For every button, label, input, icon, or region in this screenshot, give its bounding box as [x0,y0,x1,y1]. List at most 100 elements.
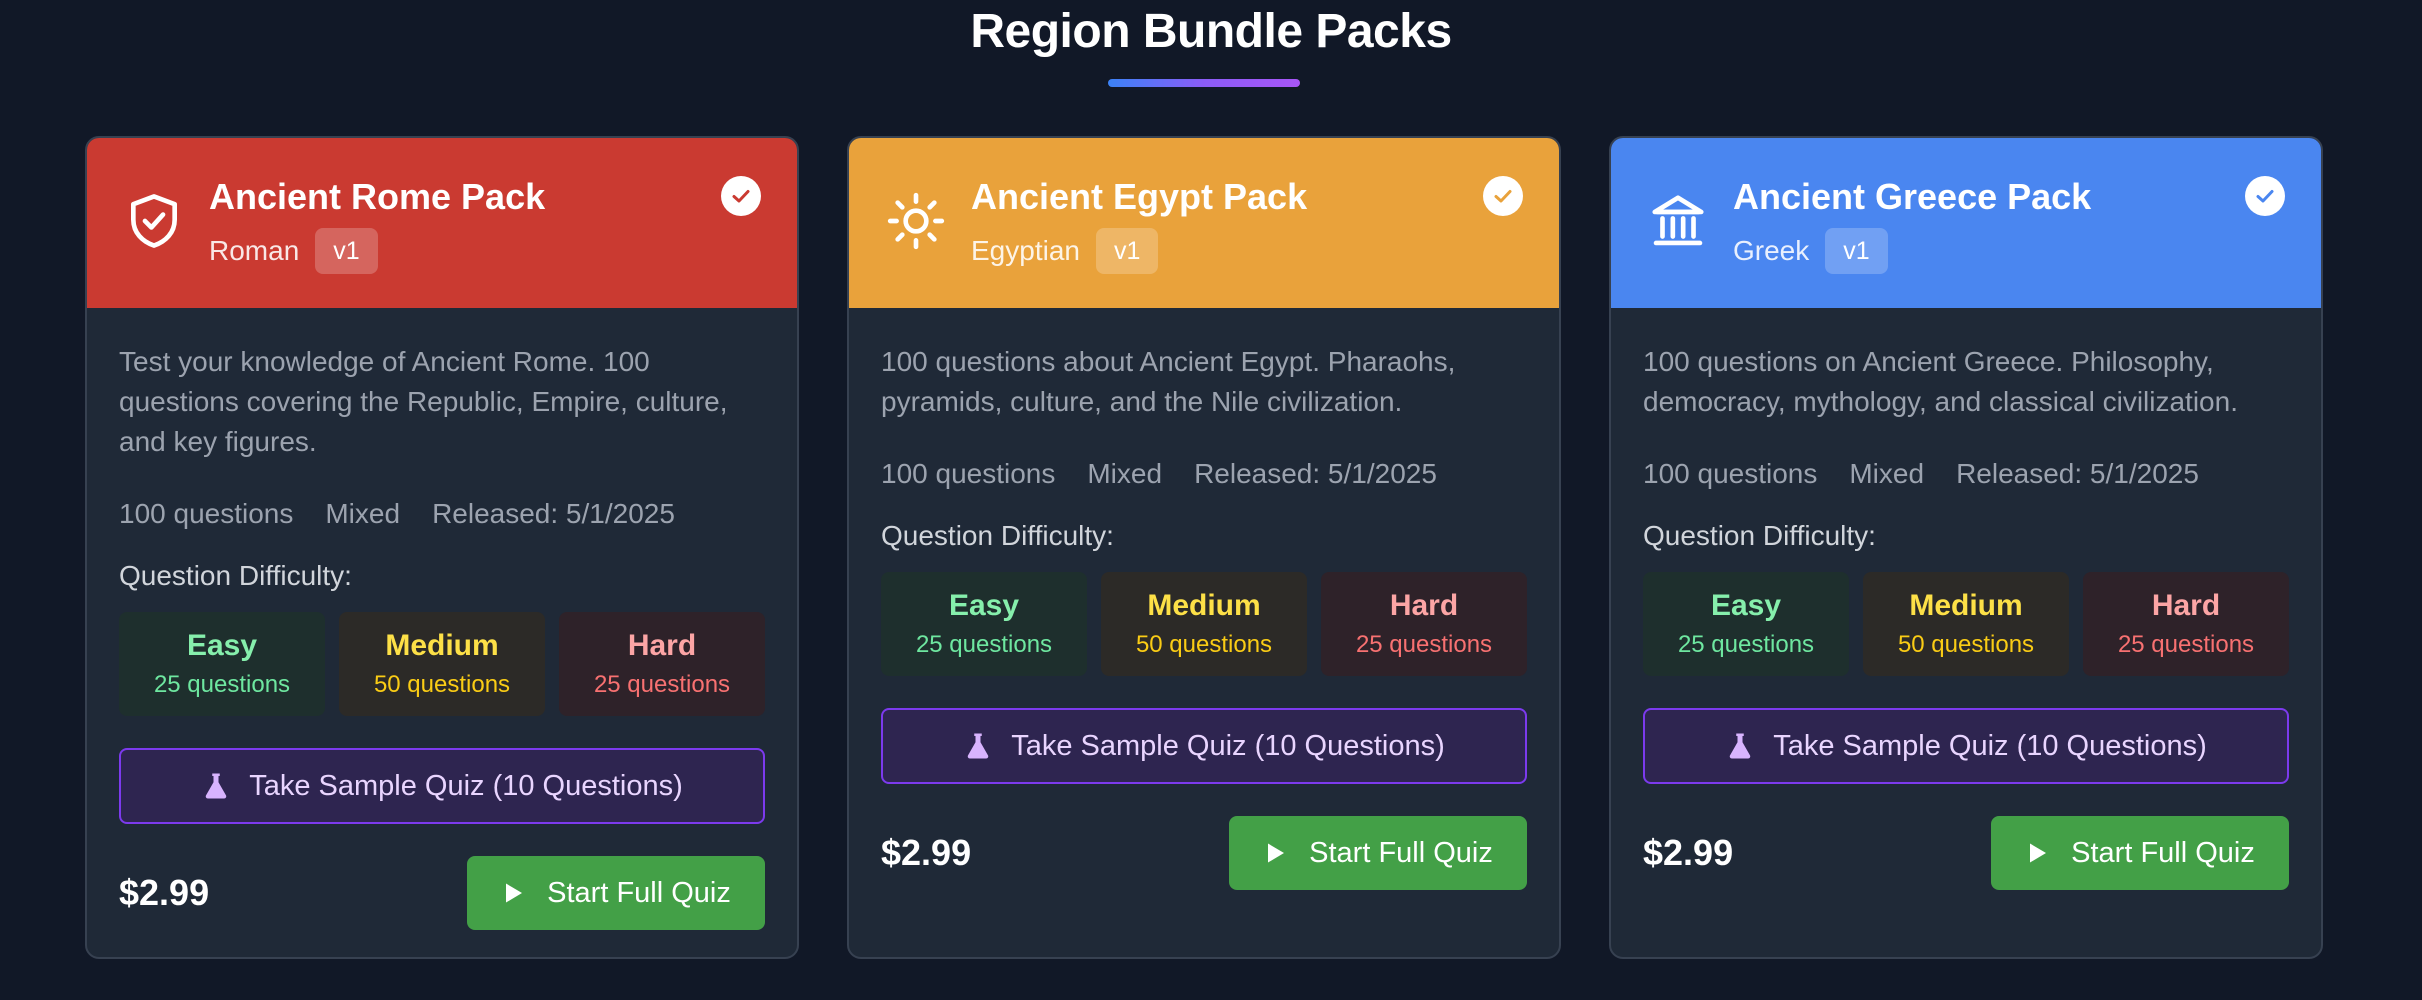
section-title: Region Bundle Packs [970,5,1452,58]
price: $2.99 [881,832,972,873]
region-name: Greek [1733,235,1810,266]
difficulty-name: Medium [385,629,499,662]
pack-card-rome: Ancient Rome Pack Roman v1 Test your kno… [85,136,799,959]
card-header: Ancient Rome Pack Roman v1 [87,138,797,308]
pack-name: Ancient Egypt Pack [971,176,1308,217]
pack-description: 100 questions on Ancient Greece. Philoso… [1643,346,2238,417]
difficulty-name: Easy [186,629,258,662]
flask-icon [967,733,989,759]
difficulty-count: 25 questions [915,631,1053,658]
difficulty-name: Hard [1389,589,1459,622]
question-count: 100 questions [119,498,294,529]
difficulty-name: Hard [627,629,697,662]
difficulty-hard: Hard 25 questions [559,612,765,716]
shield-check-icon [123,190,185,252]
play-icon [506,883,523,903]
difficulty-name: Hard [2151,589,2221,622]
difficulty-count: 50 questions [1135,631,1273,658]
play-icon [1268,843,1285,863]
sample-quiz-label: Take Sample Quiz (10 Questions) [1011,729,1445,762]
release-date: Released: 5/1/2025 [1194,458,1437,489]
quiz-mode: Mixed [325,498,401,529]
version-badge: v1 [1825,228,1888,274]
card-header: Ancient Egypt Pack Egyptian v1 [849,138,1559,308]
take-sample-quiz-button[interactable]: Take Sample Quiz (10 Questions) [119,748,765,824]
question-count: 100 questions [1643,458,1818,489]
pack-meta: Roman v1 [209,228,378,274]
region-name: Roman [209,235,300,266]
difficulty-count: 25 questions [2117,631,2255,658]
pack-stats: 100 questions Mixed Released: 5/1/2025 [881,458,1527,490]
title-underline [1108,79,1300,87]
difficulty-label: Question Difficulty: [119,560,352,591]
card-body: 100 questions about Ancient Egypt. Phara… [849,342,1559,890]
card-footer: $2.99 Start Full Quiz [119,856,765,930]
pack-name: Ancient Rome Pack [209,176,546,217]
owned-check-icon [1483,176,1523,216]
pack-description: 100 questions about Ancient Egypt. Phara… [881,346,1456,417]
card-body: Test your knowledge of Ancient Rome. 100… [87,342,797,930]
pack-stats: 100 questions Mixed Released: 5/1/2025 [119,498,765,530]
difficulty-breakdown: Easy 25 questions Medium 50 questions Ha… [119,612,765,716]
difficulty-hard: Hard 25 questions [2083,572,2289,676]
difficulty-medium: Medium 50 questions [1863,572,2069,676]
difficulty-easy: Easy 25 questions [119,612,325,716]
pack-card-egypt: Ancient Egypt Pack Egyptian v1 100 quest… [847,136,1561,959]
sample-quiz-label: Take Sample Quiz (10 Questions) [1773,729,2207,762]
region-name: Egyptian [971,235,1080,266]
difficulty-breakdown: Easy 25 questions Medium 50 questions Ha… [1643,572,2289,676]
difficulty-label: Question Difficulty: [881,520,1114,551]
card-body: 100 questions on Ancient Greece. Philoso… [1611,342,2321,890]
owned-check-icon [721,176,761,216]
card-header: Ancient Greece Pack Greek v1 [1611,138,2321,308]
sun-icon [885,190,947,252]
difficulty-name: Easy [948,589,1020,622]
start-full-quiz-button[interactable]: Start Full Quiz [1229,816,1527,890]
difficulty-hard: Hard 25 questions [1321,572,1527,676]
take-sample-quiz-button[interactable]: Take Sample Quiz (10 Questions) [1643,708,2289,784]
difficulty-name: Medium [1147,589,1261,622]
take-sample-quiz-button[interactable]: Take Sample Quiz (10 Questions) [881,708,1527,784]
owned-check-icon [2245,176,2285,216]
flask-icon [205,773,227,799]
pack-name: Ancient Greece Pack [1733,176,2092,217]
version-badge: v1 [315,228,378,274]
quiz-mode: Mixed [1087,458,1163,489]
release-date: Released: 5/1/2025 [432,498,675,529]
sample-quiz-label: Take Sample Quiz (10 Questions) [249,769,683,802]
difficulty-easy: Easy 25 questions [1643,572,1849,676]
quiz-mode: Mixed [1849,458,1925,489]
bundle-packs-page: Region Bundle Packs Ancient Rome Pack Ro… [0,0,2422,1000]
difficulty-count: 50 questions [1897,631,2035,658]
release-date: Released: 5/1/2025 [1956,458,2199,489]
question-count: 100 questions [881,458,1056,489]
temple-icon [1647,190,1709,252]
start-quiz-label: Start Full Quiz [1309,836,1493,869]
version-badge: v1 [1095,228,1159,274]
difficulty-count: 25 questions [1677,631,1815,658]
difficulty-label: Question Difficulty: [1643,520,1876,551]
card-footer: $2.99 Start Full Quiz [881,816,1527,890]
difficulty-count: 25 questions [593,671,731,698]
difficulty-count: 50 questions [373,671,511,698]
flask-icon [1729,733,1751,759]
difficulty-name: Easy [1710,589,1782,622]
difficulty-name: Medium [1909,589,2023,622]
start-quiz-label: Start Full Quiz [2071,836,2255,869]
start-full-quiz-button[interactable]: Start Full Quiz [1991,816,2289,890]
pack-stats: 100 questions Mixed Released: 5/1/2025 [1643,458,2289,490]
difficulty-breakdown: Easy 25 questions Medium 50 questions Ha… [881,572,1527,676]
difficulty-count: 25 questions [1355,631,1493,658]
card-footer: $2.99 Start Full Quiz [1643,816,2289,890]
pack-meta: Greek v1 [1733,228,1888,274]
pack-meta: Egyptian v1 [971,228,1159,274]
start-quiz-label: Start Full Quiz [547,876,731,909]
difficulty-count: 25 questions [153,671,291,698]
difficulty-medium: Medium 50 questions [1101,572,1307,676]
difficulty-easy: Easy 25 questions [881,572,1087,676]
pack-description: Test your knowledge of Ancient Rome. 100… [119,346,728,457]
start-full-quiz-button[interactable]: Start Full Quiz [467,856,765,930]
price: $2.99 [1643,832,1734,873]
difficulty-medium: Medium 50 questions [339,612,545,716]
play-icon [2030,843,2047,863]
